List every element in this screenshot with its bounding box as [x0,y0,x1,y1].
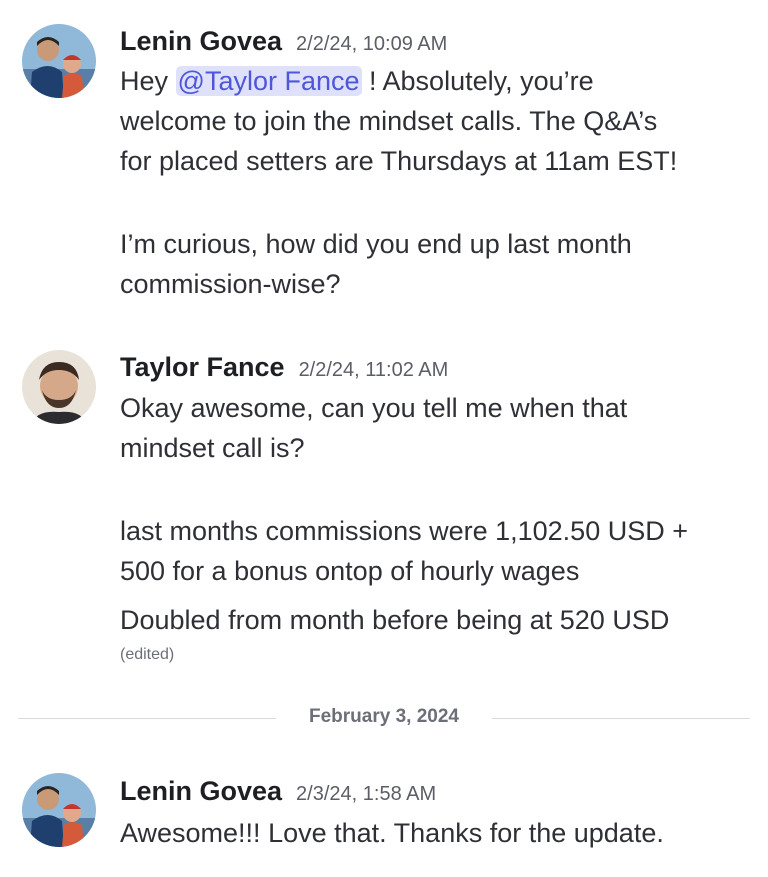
message-text: commission-wise? [120,269,341,299]
date-divider: February 3, 2024 [18,706,750,732]
message-text: last months commissions were 1,102.50 US… [120,516,688,546]
author-name[interactable]: Lenin Govea [120,26,282,56]
message-timestamp: 2/2/24, 10:09 AM [296,33,448,55]
message-timestamp: 2/3/24, 1:58 AM [296,783,437,805]
message-text: mindset call is? [120,433,305,463]
message-text: I’m curious, how did you end up last mon… [120,229,632,259]
edited-indicator: (edited) [120,646,175,663]
author-name[interactable]: Taylor Fance [120,352,285,382]
person-with-child-avatar-icon [22,773,96,847]
message-text: for placed setters are Thursdays at 11am… [120,146,678,176]
avatar[interactable] [22,773,96,847]
message-text: welcome to join the mindset calls. The Q… [120,106,658,136]
avatar[interactable] [22,350,96,424]
message-text: Okay awesome, can you tell me when that [120,393,628,423]
text-segment: ! Absolutely, you’re [361,66,594,96]
date-divider-label: February 3, 2024 [295,706,473,727]
message-text: Hey @Taylor Fance ! Absolutely, you’re [120,61,594,101]
user-mention[interactable]: @Taylor Fance [175,66,362,96]
bearded-man-avatar-icon [22,350,96,424]
avatar[interactable] [22,24,96,98]
message-text: Awesome!!! Love that. Thanks for the upd… [120,818,664,848]
message-text: 500 for a bonus ontop of hourly wages [120,556,580,586]
author-name[interactable]: Lenin Govea [120,776,282,806]
message-timestamp: 2/2/24, 11:02 AM [298,359,449,381]
message-text: Doubled from month before being at 520 U… [120,605,670,635]
person-with-child-avatar-icon [22,24,96,98]
text-segment: Hey [120,66,176,96]
